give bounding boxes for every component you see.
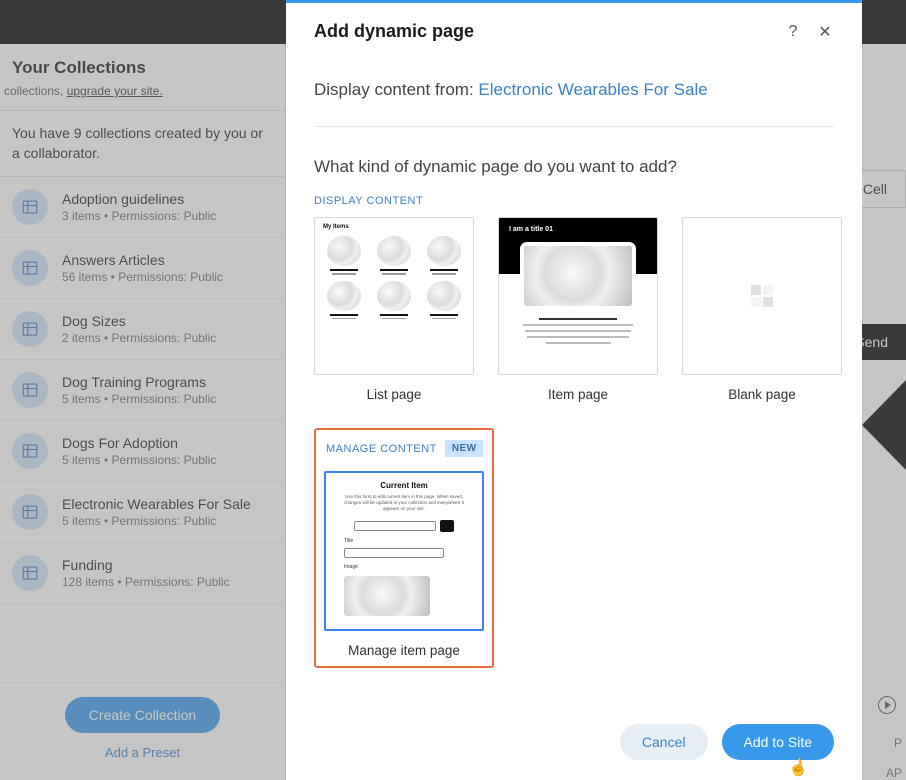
display-from-collection[interactable]: Electronic Wearables For Sale bbox=[478, 80, 707, 99]
cursor-icon: ☝ bbox=[786, 756, 809, 779]
cancel-button[interactable]: Cancel bbox=[620, 724, 708, 760]
option-manage-item-page[interactable]: MANAGE CONTENT NEW Current Item Use this… bbox=[314, 428, 494, 668]
page-type-question: What kind of dynamic page do you want to… bbox=[314, 157, 834, 177]
thumb-item: I am a title 01 bbox=[498, 217, 658, 375]
add-to-site-button[interactable]: Add to Site bbox=[722, 724, 835, 760]
option-item-page[interactable]: I am a title 01 Item page bbox=[498, 217, 658, 402]
thumb-blank bbox=[682, 217, 842, 375]
option-item-label: Item page bbox=[548, 387, 608, 402]
display-content-options: My Items List page I am a title 01 bbox=[314, 217, 834, 402]
modal-title: Add dynamic page bbox=[314, 21, 474, 42]
new-badge: NEW bbox=[445, 440, 484, 457]
divider bbox=[314, 126, 834, 127]
help-icon[interactable]: ? bbox=[784, 23, 802, 41]
thumb-manage: Current Item Use this form to edit curre… bbox=[324, 471, 484, 631]
display-from-row: Display content from: Electronic Wearabl… bbox=[314, 80, 834, 100]
option-blank-label: Blank page bbox=[728, 387, 796, 402]
close-icon[interactable]: ✕ bbox=[816, 23, 834, 41]
option-blank-page[interactable]: Blank page bbox=[682, 217, 842, 402]
modal-footer: Cancel Add to Site bbox=[286, 710, 862, 780]
display-content-label: DISPLAY CONTENT bbox=[314, 195, 834, 207]
add-dynamic-page-modal: Add dynamic page ? ✕ Display content fro… bbox=[286, 0, 862, 780]
thumb-list: My Items bbox=[314, 217, 474, 375]
manage-content-label: MANAGE CONTENT NEW bbox=[326, 440, 483, 457]
option-list-label: List page bbox=[367, 387, 422, 402]
option-list-page[interactable]: My Items List page bbox=[314, 217, 474, 402]
option-manage-label: Manage item page bbox=[348, 643, 460, 658]
